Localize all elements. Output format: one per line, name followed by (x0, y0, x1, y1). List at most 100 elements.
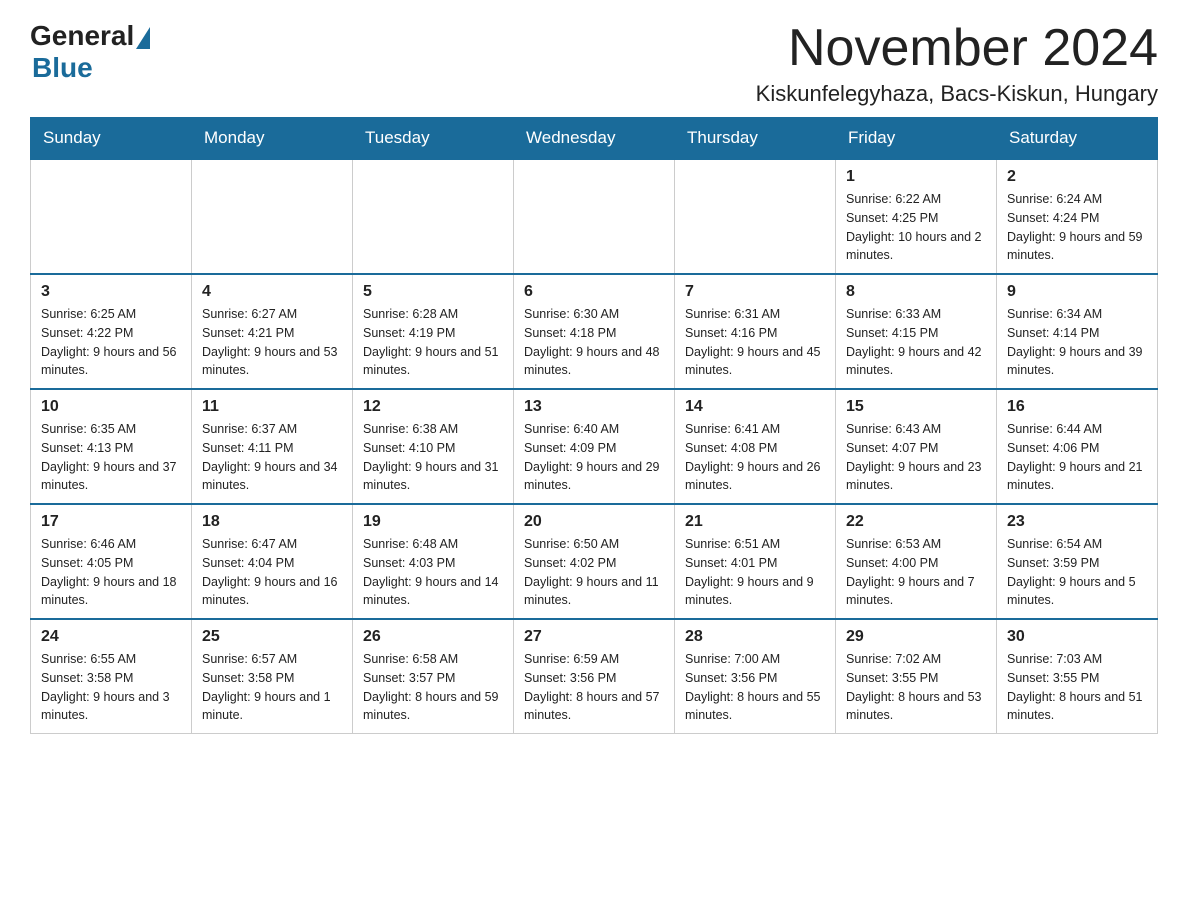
day-info: Sunrise: 6:54 AM Sunset: 3:59 PM Dayligh… (1007, 535, 1147, 610)
weekday-header-friday: Friday (836, 118, 997, 160)
calendar-cell (192, 159, 353, 274)
day-number: 5 (363, 283, 503, 301)
day-number: 2 (1007, 168, 1147, 186)
day-number: 17 (41, 513, 181, 531)
day-number: 13 (524, 398, 664, 416)
calendar-cell: 27Sunrise: 6:59 AM Sunset: 3:56 PM Dayli… (514, 619, 675, 734)
day-number: 25 (202, 628, 342, 646)
calendar-cell: 4 Sunrise: 6:27 AM Sunset: 4:21 PM Daylig… (192, 274, 353, 389)
day-info: Sunrise: 6:50 AM Sunset: 4:02 PM Dayligh… (524, 535, 664, 610)
day-info: Sunrise: 6:38 AM Sunset: 4:10 PM Dayligh… (363, 420, 503, 495)
calendar-cell: 22 Sunrise: 6:53 AM Sunset: 4:00 PM Dayli… (836, 504, 997, 619)
day-info: Sunrise: 6:47 AM Sunset: 4:04 PM Dayligh… (202, 535, 342, 610)
calendar-cell: 17 Sunrise: 6:46 AM Sunset: 4:05 PM Dayli… (31, 504, 192, 619)
day-number: 22 (846, 513, 986, 531)
calendar-cell: 13 Sunrise: 6:40 AM Sunset: 4:09 PM Dayli… (514, 389, 675, 504)
day-number: 12 (363, 398, 503, 416)
week-row-5: 24Sunrise: 6:55 AM Sunset: 3:58 PM Dayli… (31, 619, 1158, 734)
calendar-cell: 15 Sunrise: 6:43 AM Sunset: 4:07 PM Dayli… (836, 389, 997, 504)
calendar-cell: 6 Sunrise: 6:30 AM Sunset: 4:18 PM Daylig… (514, 274, 675, 389)
day-info: Sunrise: 6:33 AM Sunset: 4:15 PM Dayligh… (846, 305, 986, 380)
day-number: 4 (202, 283, 342, 301)
day-info: Sunrise: 6:34 AM Sunset: 4:14 PM Dayligh… (1007, 305, 1147, 380)
day-number: 15 (846, 398, 986, 416)
calendar-cell: 30Sunrise: 7:03 AM Sunset: 3:55 PM Dayli… (997, 619, 1158, 734)
calendar-cell: 12 Sunrise: 6:38 AM Sunset: 4:10 PM Dayli… (353, 389, 514, 504)
week-row-2: 3Sunrise: 6:25 AM Sunset: 4:22 PM Daylig… (31, 274, 1158, 389)
logo-general-text: General (30, 20, 134, 52)
month-title: November 2024 (756, 20, 1158, 77)
logo-blue-text: Blue (32, 52, 93, 84)
location-subtitle: Kiskunfelegyhaza, Bacs-Kiskun, Hungary (756, 81, 1158, 107)
calendar-cell: 8 Sunrise: 6:33 AM Sunset: 4:15 PM Daylig… (836, 274, 997, 389)
day-info: Sunrise: 6:27 AM Sunset: 4:21 PM Dayligh… (202, 305, 342, 380)
day-info: Sunrise: 7:02 AM Sunset: 3:55 PM Dayligh… (846, 650, 986, 725)
day-number: 8 (846, 283, 986, 301)
day-info: Sunrise: 6:41 AM Sunset: 4:08 PM Dayligh… (685, 420, 825, 495)
calendar-cell: 1 Sunrise: 6:22 AM Sunset: 4:25 PM Daylig… (836, 159, 997, 274)
calendar-cell: 7Sunrise: 6:31 AM Sunset: 4:16 PM Daylig… (675, 274, 836, 389)
weekday-header-thursday: Thursday (675, 118, 836, 160)
day-info: Sunrise: 6:48 AM Sunset: 4:03 PM Dayligh… (363, 535, 503, 610)
day-number: 16 (1007, 398, 1147, 416)
logo: General Blue (30, 20, 150, 84)
day-info: Sunrise: 7:00 AM Sunset: 3:56 PM Dayligh… (685, 650, 825, 725)
weekday-header-tuesday: Tuesday (353, 118, 514, 160)
calendar-cell: 11 Sunrise: 6:37 AM Sunset: 4:11 PM Dayli… (192, 389, 353, 504)
day-number: 24 (41, 628, 181, 646)
calendar-cell (514, 159, 675, 274)
day-info: Sunrise: 6:57 AM Sunset: 3:58 PM Dayligh… (202, 650, 342, 725)
calendar-cell: 10 Sunrise: 6:35 AM Sunset: 4:13 PM Dayli… (31, 389, 192, 504)
day-info: Sunrise: 6:24 AM Sunset: 4:24 PM Dayligh… (1007, 190, 1147, 265)
week-row-1: 1 Sunrise: 6:22 AM Sunset: 4:25 PM Daylig… (31, 159, 1158, 274)
day-number: 19 (363, 513, 503, 531)
week-row-3: 10 Sunrise: 6:35 AM Sunset: 4:13 PM Dayli… (31, 389, 1158, 504)
day-number: 21 (685, 513, 825, 531)
calendar-cell: 25 Sunrise: 6:57 AM Sunset: 3:58 PM Dayli… (192, 619, 353, 734)
day-number: 20 (524, 513, 664, 531)
day-info: Sunrise: 6:30 AM Sunset: 4:18 PM Dayligh… (524, 305, 664, 380)
calendar-cell: 28Sunrise: 7:00 AM Sunset: 3:56 PM Dayli… (675, 619, 836, 734)
day-info: Sunrise: 6:53 AM Sunset: 4:00 PM Dayligh… (846, 535, 986, 610)
day-number: 6 (524, 283, 664, 301)
day-info: Sunrise: 6:25 AM Sunset: 4:22 PM Dayligh… (41, 305, 181, 380)
calendar-cell: 18Sunrise: 6:47 AM Sunset: 4:04 PM Dayli… (192, 504, 353, 619)
day-info: Sunrise: 6:35 AM Sunset: 4:13 PM Dayligh… (41, 420, 181, 495)
calendar-cell: 19 Sunrise: 6:48 AM Sunset: 4:03 PM Dayli… (353, 504, 514, 619)
day-number: 29 (846, 628, 986, 646)
calendar-cell: 21 Sunrise: 6:51 AM Sunset: 4:01 PM Dayli… (675, 504, 836, 619)
page-header: General Blue November 2024 Kiskunfelegyh… (30, 20, 1158, 107)
day-info: Sunrise: 6:51 AM Sunset: 4:01 PM Dayligh… (685, 535, 825, 610)
calendar-cell: 16Sunrise: 6:44 AM Sunset: 4:06 PM Dayli… (997, 389, 1158, 504)
calendar-cell: 14 Sunrise: 6:41 AM Sunset: 4:08 PM Dayli… (675, 389, 836, 504)
day-number: 7 (685, 283, 825, 301)
weekday-header-wednesday: Wednesday (514, 118, 675, 160)
calendar-cell (31, 159, 192, 274)
weekday-header-saturday: Saturday (997, 118, 1158, 160)
day-info: Sunrise: 6:22 AM Sunset: 4:25 PM Dayligh… (846, 190, 986, 265)
day-number: 1 (846, 168, 986, 186)
calendar-cell: 5 Sunrise: 6:28 AM Sunset: 4:19 PM Daylig… (353, 274, 514, 389)
calendar-cell (353, 159, 514, 274)
day-info: Sunrise: 6:40 AM Sunset: 4:09 PM Dayligh… (524, 420, 664, 495)
day-info: Sunrise: 6:58 AM Sunset: 3:57 PM Dayligh… (363, 650, 503, 725)
calendar-table: SundayMondayTuesdayWednesdayThursdayFrid… (30, 117, 1158, 734)
weekday-header-monday: Monday (192, 118, 353, 160)
day-info: Sunrise: 6:46 AM Sunset: 4:05 PM Dayligh… (41, 535, 181, 610)
day-info: Sunrise: 6:28 AM Sunset: 4:19 PM Dayligh… (363, 305, 503, 380)
day-number: 26 (363, 628, 503, 646)
day-number: 11 (202, 398, 342, 416)
day-number: 10 (41, 398, 181, 416)
day-number: 14 (685, 398, 825, 416)
calendar-cell (675, 159, 836, 274)
day-number: 9 (1007, 283, 1147, 301)
logo-triangle-icon (136, 27, 150, 49)
day-number: 23 (1007, 513, 1147, 531)
calendar-cell: 2 Sunrise: 6:24 AM Sunset: 4:24 PM Daylig… (997, 159, 1158, 274)
day-number: 30 (1007, 628, 1147, 646)
day-info: Sunrise: 6:37 AM Sunset: 4:11 PM Dayligh… (202, 420, 342, 495)
calendar-cell: 20 Sunrise: 6:50 AM Sunset: 4:02 PM Dayli… (514, 504, 675, 619)
day-info: Sunrise: 6:43 AM Sunset: 4:07 PM Dayligh… (846, 420, 986, 495)
calendar-cell: 23 Sunrise: 6:54 AM Sunset: 3:59 PM Dayli… (997, 504, 1158, 619)
calendar-cell: 24Sunrise: 6:55 AM Sunset: 3:58 PM Dayli… (31, 619, 192, 734)
